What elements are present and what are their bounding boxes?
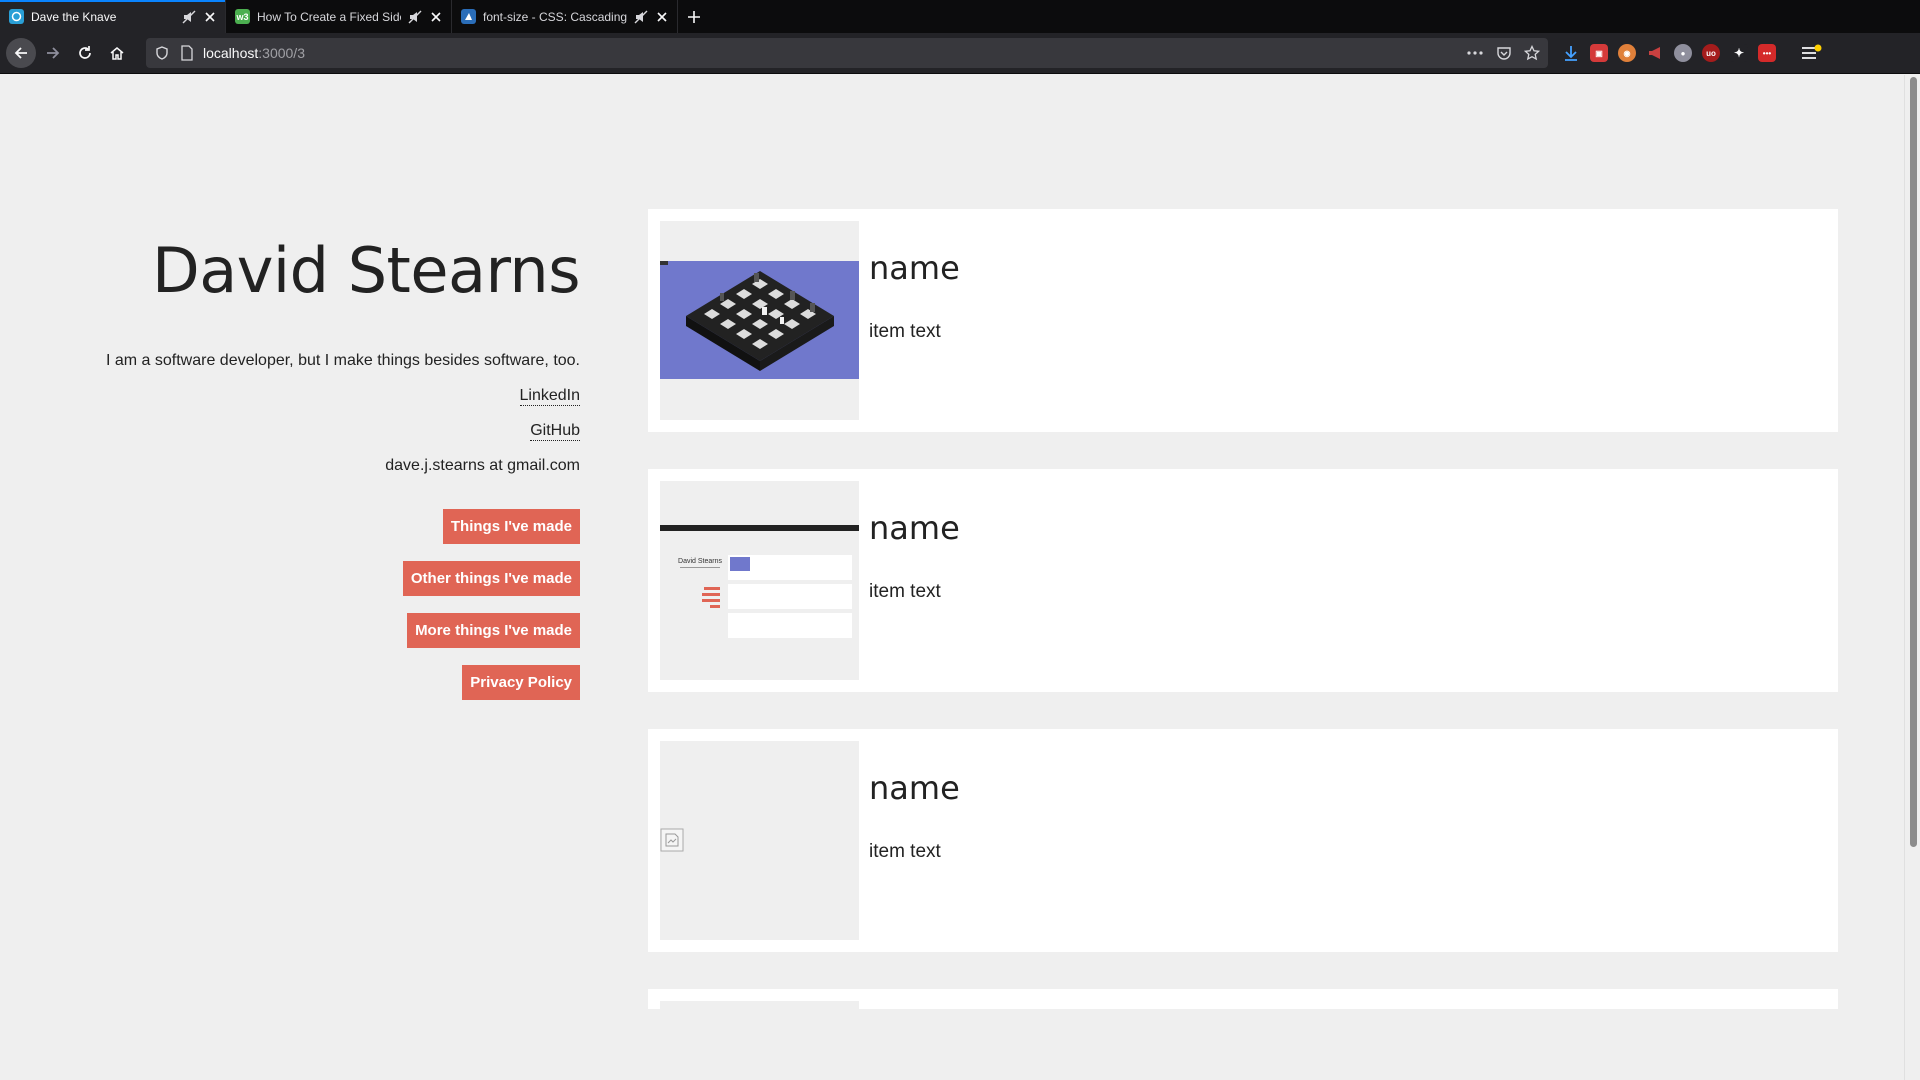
profile-name: David Stearns [151,234,581,307]
tab-dave-the-knave[interactable]: Dave the Knave [0,0,226,33]
tab-font-size-css[interactable]: font-size - CSS: Cascading S [452,0,678,33]
home-button[interactable] [102,38,132,68]
more-things-made-button[interactable]: More things I've made [407,612,580,648]
item-text: item text [869,321,941,342]
tab-title: How To Create a Fixed Sideb [257,9,401,24]
list-item[interactable]: name item text [648,729,1838,952]
extension-icon[interactable]: ▣ [1590,44,1608,62]
item-text: item text [869,841,941,862]
close-tab-icon[interactable] [655,10,669,24]
site-favicon-icon [9,9,24,24]
home-icon [110,47,124,60]
site-favicon-icon: w3 [235,9,250,24]
plus-icon [688,10,700,23]
linkedin-link[interactable]: LinkedIn [519,387,580,406]
site-screenshot-image: David Stearns [660,525,859,638]
megaphone-icon[interactable] [1646,44,1664,62]
mute-icon[interactable] [408,10,422,24]
new-tab-button[interactable] [678,0,710,33]
list-item[interactable]: David Stearns name item text [648,469,1838,692]
extension-toolbar: ▣ ◉ ● uo ✦ ••• [1562,44,1822,62]
forward-button[interactable] [38,38,68,68]
list-item[interactable] [648,989,1838,1009]
extension-icon[interactable]: ● [1674,44,1692,62]
bookmark-star-icon[interactable] [1524,45,1540,61]
tab-bar: Dave the Knave w3 How To Create a Fixed … [0,0,1920,33]
other-things-made-button[interactable]: Other things I've made [402,560,580,596]
extension-icon[interactable]: ◉ [1618,44,1636,62]
url-actions [1466,45,1540,61]
address-bar[interactable]: localhost:3000/3 [146,38,1548,68]
download-icon[interactable] [1562,44,1580,62]
url-path: :3000/3 [258,45,305,61]
ublock-icon[interactable]: uo [1702,44,1720,62]
tab-fixed-sidebar[interactable]: w3 How To Create a Fixed Sideb [226,0,452,33]
close-tab-icon[interactable] [429,10,443,24]
pocket-icon[interactable] [1496,45,1512,61]
reload-button[interactable] [70,38,100,68]
item-name: name [869,769,960,807]
item-name: name [869,249,960,287]
arrow-left-icon [14,47,27,59]
broken-image-icon [660,828,684,852]
extension-icon[interactable]: ✦ [1730,44,1748,62]
contact-email: dave.j.stearns at gmail.com [385,456,580,474]
item-thumbnail: David Stearns [660,481,859,680]
list-item[interactable]: name item text [648,209,1838,432]
mute-icon[interactable] [182,10,196,24]
item-thumbnail [660,741,859,940]
tab-title: Dave the Knave [31,9,117,24]
close-tab-icon[interactable] [203,10,217,24]
shield-icon[interactable] [154,45,170,61]
page-scrollbar[interactable] [1904,75,1920,1080]
chess-board-image [660,261,859,379]
item-list: name item text David Stearns name item t… [648,209,1838,1046]
profile-bio: I am a software developer, but I make th… [105,352,580,369]
privacy-policy-button[interactable]: Privacy Policy [462,664,580,700]
site-favicon-icon [461,9,476,24]
scrollbar-thumb[interactable] [1910,77,1917,847]
screenshot-title: David Stearns [678,558,722,565]
arrow-right-icon [47,47,60,59]
extension-icon[interactable]: ••• [1758,44,1776,62]
url-host: localhost [203,45,259,61]
item-thumbnail [660,1001,859,1009]
item-text: item text [869,581,941,602]
nav-bar: localhost:3000/3 ▣ ◉ ● uo ✦ ••• [0,33,1920,74]
item-name: name [869,509,960,547]
page-icon [181,45,193,61]
menu-icon[interactable] [1800,44,1822,62]
more-options-icon[interactable] [1466,45,1484,61]
reload-icon [79,46,91,59]
item-thumbnail [660,221,859,420]
profile-sidebar: David Stearns I am a software developer,… [80,234,581,717]
tab-title: font-size - CSS: Cascading S [483,9,627,24]
back-button[interactable] [6,38,36,68]
things-made-button[interactable]: Things I've made [442,508,580,544]
mute-icon[interactable] [634,10,648,24]
github-link[interactable]: GitHub [530,422,580,441]
